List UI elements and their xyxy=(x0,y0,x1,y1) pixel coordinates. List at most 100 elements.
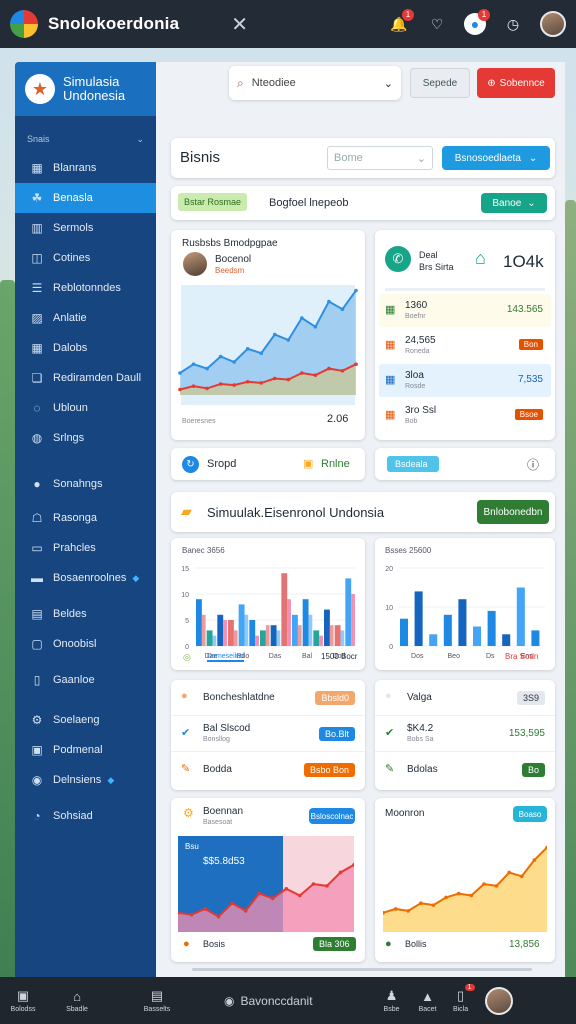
bar-secondary[interactable] xyxy=(297,625,302,646)
action-left-tag[interactable]: Rnlne xyxy=(321,458,350,470)
bottom-nav-item-2[interactable]: ▤ Basselts xyxy=(134,988,180,1013)
bottom-nav-item-3[interactable]: ♟ Bsbe xyxy=(369,988,415,1013)
user-avatar[interactable] xyxy=(540,11,566,37)
bar[interactable] xyxy=(313,630,320,646)
bar[interactable] xyxy=(516,587,525,647)
bar[interactable] xyxy=(292,614,298,646)
filter-select[interactable]: Bome ⌄ xyxy=(327,146,433,170)
sidebar-item-anlatie[interactable]: ▨ Anlatie xyxy=(15,303,156,333)
bar-secondary[interactable] xyxy=(244,614,249,646)
bar[interactable] xyxy=(334,625,341,646)
bar[interactable] xyxy=(249,620,256,646)
bar[interactable] xyxy=(302,599,309,646)
area-right-button[interactable]: Boaso xyxy=(513,806,547,822)
bar-secondary[interactable] xyxy=(223,620,227,646)
bar[interactable] xyxy=(270,625,277,646)
sidebar-item-srlngs[interactable]: ◍ Srlngs xyxy=(15,423,156,453)
bar[interactable] xyxy=(345,578,352,646)
info-icon[interactable]: ⓘ xyxy=(527,456,539,473)
bar[interactable] xyxy=(238,604,245,646)
sidebar-item-rasonga[interactable]: ☖ Rasonga xyxy=(15,503,156,533)
secondary-button[interactable]: Sepede xyxy=(410,68,470,98)
list-item[interactable]: ✎ Bdolas Bo xyxy=(375,752,555,788)
sidebar-section-header[interactable]: Snais ⌄ xyxy=(15,116,156,153)
stats-row[interactable]: ▦ 24,565 Roneda Bon xyxy=(379,329,551,362)
bottom-center[interactable]: ◉ Bavonccdanit xyxy=(224,994,313,1008)
bar[interactable] xyxy=(228,620,234,646)
stats-row[interactable]: ▦ 3loa Rosde 7,535 xyxy=(379,364,551,397)
bar-secondary[interactable] xyxy=(329,625,334,646)
bottom-nav-item-1[interactable]: ⌂ Sbadle xyxy=(54,989,100,1013)
primary-button[interactable]: ⊕ Sobennce xyxy=(477,68,555,98)
bar[interactable] xyxy=(473,626,482,647)
sidebar-item-bosaenroolnes[interactable]: ▬ Bosaenroolnes ◆ xyxy=(15,563,156,593)
sidebar-item-sohsiad[interactable]: ◔ Sohsiad xyxy=(15,801,156,831)
bar[interactable] xyxy=(206,630,213,646)
bar-secondary[interactable] xyxy=(351,594,355,646)
bar-secondary[interactable] xyxy=(233,630,238,646)
sidebar-item-dalobs[interactable]: ▦ Dalobs xyxy=(15,333,156,363)
sidebar-item-ubloun[interactable]: ◌ Ubloun xyxy=(15,393,156,423)
bell-icon[interactable]: 🔔 1 xyxy=(388,9,414,35)
bar[interactable] xyxy=(458,599,467,646)
stats-row[interactable]: ▦ 3ro Ssl Bob Bsoe xyxy=(379,399,551,432)
bar[interactable] xyxy=(429,634,438,646)
bar-secondary[interactable] xyxy=(255,635,259,646)
bar-secondary[interactable] xyxy=(308,614,313,646)
stats-row[interactable]: ▦ 1360 Boefnr 143.565 xyxy=(379,294,551,327)
bar[interactable] xyxy=(487,610,496,646)
bottom-nav-item-4[interactable]: ▲ Bacet xyxy=(415,989,441,1013)
sidebar-item-blanrans[interactable]: ▦ Blanrans xyxy=(15,153,156,183)
bottom-nav-item-5[interactable]: ▯ Bicla 1 xyxy=(441,984,481,1013)
sidebar-brand[interactable]: ★ Simulasia Undonesia xyxy=(15,62,156,116)
bar-secondary[interactable] xyxy=(265,625,270,646)
bar-secondary[interactable] xyxy=(212,635,217,646)
action-right-tag[interactable]: Bsdeala xyxy=(387,456,439,472)
bar-secondary[interactable] xyxy=(340,630,345,646)
heart-icon[interactable]: ♡ xyxy=(426,13,448,35)
search-field[interactable]: ⌕ Nteodiee ⌄ xyxy=(229,66,401,100)
bar[interactable] xyxy=(414,591,423,646)
list-item[interactable]: ✎ Bodda Bsbo Bon xyxy=(171,752,365,788)
close-icon[interactable]: ✕ xyxy=(231,12,248,37)
sidebar-item-sonahngs[interactable]: ● Sonahngs xyxy=(15,469,156,499)
refresh-icon[interactable]: ↻ xyxy=(182,456,199,473)
list-item[interactable]: ● Boncheshlatdne Bbsld0 xyxy=(171,680,365,716)
bar[interactable] xyxy=(196,599,202,646)
list-item[interactable]: ✔ Bal Slscod Bonsllog Bo.Blt xyxy=(171,716,365,752)
sidebar-item-podmenal[interactable]: ▣ Podmenal xyxy=(15,735,156,765)
list-item[interactable]: ● Valga 3S9 xyxy=(375,680,555,716)
bottom-nav-item-0[interactable]: ▣ Bolodss xyxy=(0,988,46,1013)
section2-button[interactable]: Bnlobonedbn xyxy=(477,500,549,524)
sidebar-item-soelaeng[interactable]: ⚙ Soelaeng xyxy=(15,705,156,735)
bar-secondary[interactable] xyxy=(276,630,281,646)
bar-secondary[interactable] xyxy=(201,614,206,646)
list-item[interactable]: ✔ $K4.2 Bobs Sa 153,595 xyxy=(375,716,555,752)
sidebar-item-prahcles[interactable]: ▭ Prahcles xyxy=(15,533,156,563)
bar[interactable] xyxy=(502,634,511,646)
bar[interactable] xyxy=(531,630,540,646)
chat-icon[interactable]: ● 1 xyxy=(464,9,490,35)
mini-dropdown[interactable]: Banoe ⌄ xyxy=(481,193,547,213)
scroll-indicator[interactable] xyxy=(192,968,532,971)
bar-secondary[interactable] xyxy=(287,599,291,646)
sidebar-item-beldes[interactable]: ▤ Beldes xyxy=(15,599,156,629)
sidebar-item-delnsiens[interactable]: ◉ Delnsiens ◆ xyxy=(15,765,156,795)
sidebar-item-sermols[interactable]: ▥ Sermols xyxy=(15,213,156,243)
bar[interactable] xyxy=(324,609,330,646)
bar[interactable] xyxy=(217,614,224,646)
bottom-avatar[interactable] xyxy=(484,986,513,1015)
sidebar-item-gaanloe[interactable]: ▯ Gaanloe xyxy=(15,665,156,695)
sidebar-item-reblotonndes[interactable]: ☰ Reblotonndes xyxy=(15,273,156,303)
sidebar-item-onoobisl[interactable]: ▢ Onoobisl xyxy=(15,629,156,659)
area-left-button[interactable]: Bsloscolnac xyxy=(309,808,355,824)
business-action-dropdown[interactable]: Bsnosoedlaeta ⌄ xyxy=(442,146,550,170)
sidebar-item-cotines[interactable]: ◫ Cotines xyxy=(15,243,156,273)
clock-icon[interactable]: ◷ xyxy=(502,13,524,35)
sidebar-item-benasla[interactable]: ☘ Benasla xyxy=(15,183,156,213)
bar[interactable] xyxy=(281,573,288,646)
bar[interactable] xyxy=(443,614,452,646)
bar[interactable] xyxy=(260,630,266,646)
bar[interactable] xyxy=(400,618,409,646)
bar-secondary[interactable] xyxy=(319,635,323,646)
